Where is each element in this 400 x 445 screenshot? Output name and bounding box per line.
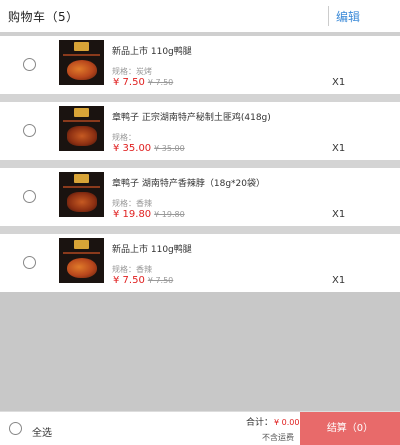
original-price: ¥ 19.80 — [154, 210, 185, 219]
brand-logo-icon — [74, 42, 89, 51]
item-select-radio[interactable] — [23, 124, 36, 137]
image-band — [63, 54, 100, 56]
current-price: ¥ 7.50 — [113, 275, 145, 286]
product-image[interactable] — [59, 40, 104, 85]
current-price: ¥ 35.00 — [113, 143, 152, 154]
total-amount: ¥ 0.00 — [274, 418, 300, 427]
cart-footer: 全选 合计：¥ 0.00 不含运费 结算（0） — [0, 411, 400, 445]
brand-logo-icon — [74, 108, 89, 117]
product-quantity: X1 — [332, 77, 346, 88]
item-select-radio[interactable] — [23, 256, 36, 269]
cart-item: 章鸭子 湖南特产香辣脖（18g*20袋） 规格：香辣 ¥ 19.80 ¥ 19.8… — [0, 168, 400, 226]
cart-item: 章鸭子 正宗湖南特产秘制土匪鸡(418g) 规格： ¥ 35.00 ¥ 35.00… — [0, 102, 400, 160]
product-price: ¥ 7.50 ¥ 7.50 — [113, 275, 173, 286]
product-name[interactable]: 新品上市 110g鸭腿 — [112, 242, 192, 255]
product-price: ¥ 35.00 ¥ 35.00 — [113, 143, 185, 154]
item-separator — [0, 94, 400, 102]
product-spec: 规格：炭烤 — [112, 67, 152, 76]
image-band — [63, 120, 100, 122]
current-price: ¥ 7.50 — [113, 77, 145, 88]
product-name[interactable]: 章鸭子 湖南特产香辣脖（18g*20袋） — [112, 176, 265, 189]
item-select-radio[interactable] — [23, 190, 36, 203]
product-quantity: X1 — [332, 209, 346, 220]
brand-logo-icon — [74, 240, 89, 249]
checkout-button[interactable]: 结算（0） — [300, 412, 400, 445]
select-all-label[interactable]: 全选 — [32, 424, 52, 439]
cart-item: 新品上市 110g鸭腿 规格：香辣 ¥ 7.50 ¥ 7.50 X1 — [0, 234, 400, 292]
image-band — [63, 186, 100, 188]
cart-header: 购物车（5） 编辑 — [0, 0, 400, 32]
page-title: 购物车（5） — [8, 10, 79, 24]
total-label: 合计： — [246, 418, 274, 428]
product-spec: 规格： — [112, 133, 136, 142]
duck-leg-icon — [67, 60, 97, 80]
edit-button[interactable]: 编辑 — [336, 8, 360, 25]
original-price: ¥ 35.00 — [154, 144, 185, 153]
product-price: ¥ 7.50 ¥ 7.50 — [113, 77, 173, 88]
original-price: ¥ 7.50 — [147, 276, 174, 285]
product-name[interactable]: 章鸭子 正宗湖南特产秘制土匪鸡(418g) — [112, 110, 271, 123]
product-spec: 规格：香辣 — [112, 265, 152, 274]
brand-logo-icon — [74, 174, 89, 183]
product-price: ¥ 19.80 ¥ 19.80 — [113, 209, 185, 220]
current-price: ¥ 19.80 — [113, 209, 152, 220]
item-select-radio[interactable] — [23, 58, 36, 71]
product-image[interactable] — [59, 172, 104, 217]
cart-item: 新品上市 110g鸭腿 规格：炭烤 ¥ 7.50 ¥ 7.50 X1 — [0, 36, 400, 94]
product-image[interactable] — [59, 238, 104, 283]
cart-total: 合计：¥ 0.00 — [246, 415, 299, 428]
image-band — [63, 252, 100, 254]
original-price: ¥ 7.50 — [147, 78, 174, 87]
item-separator — [0, 226, 400, 234]
product-image[interactable] — [59, 106, 104, 151]
item-separator — [0, 160, 400, 168]
chicken-icon — [67, 126, 97, 146]
product-spec: 规格：香辣 — [112, 199, 152, 208]
duck-leg-icon — [67, 258, 97, 278]
product-quantity: X1 — [332, 275, 346, 286]
product-name[interactable]: 新品上市 110g鸭腿 — [112, 44, 192, 57]
product-quantity: X1 — [332, 143, 346, 154]
header-divider — [328, 6, 329, 26]
shipping-note: 不含运费 — [262, 433, 294, 442]
duck-neck-icon — [67, 192, 97, 212]
select-all-radio[interactable] — [9, 422, 22, 435]
